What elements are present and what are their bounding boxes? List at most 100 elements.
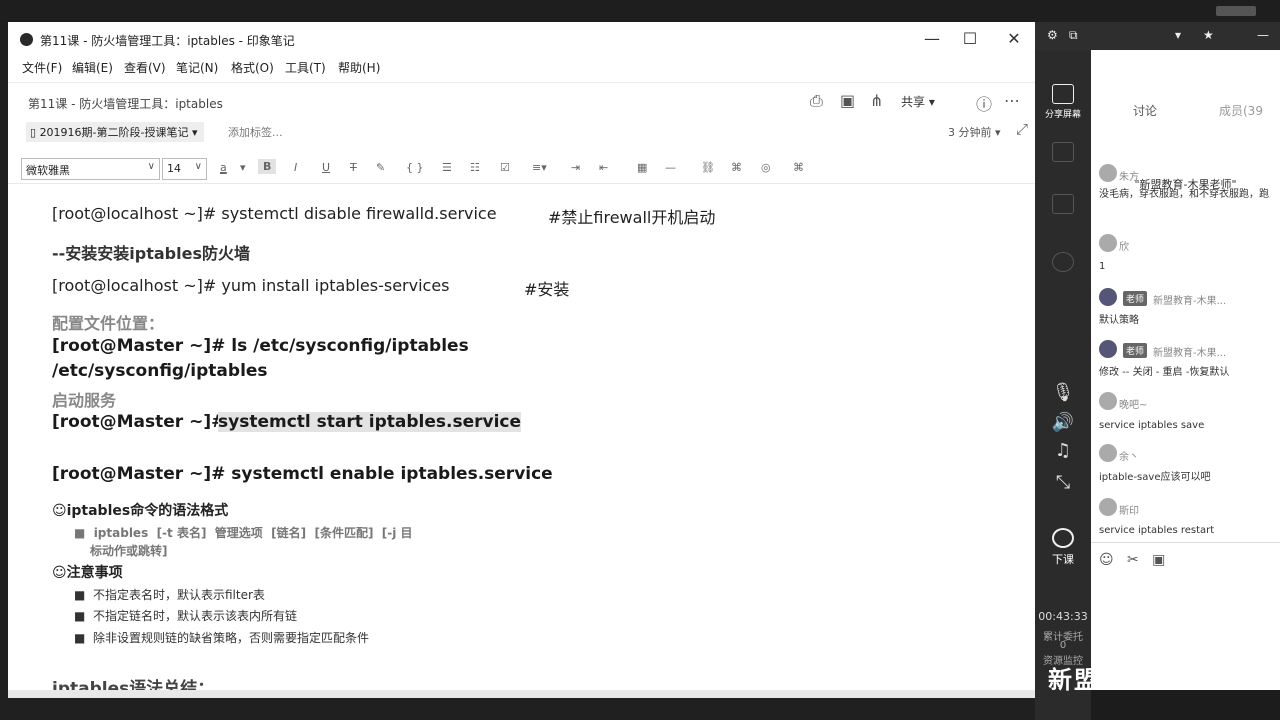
outdent-icon[interactable]: ⇤ [599,161,608,174]
top-indicator [1216,6,1256,16]
maximize-button[interactable]: ☐ [948,26,992,52]
menu-edit[interactable]: 编辑(E) [72,59,113,76]
share-screen-button[interactable]: 分享屏幕 [1035,84,1091,120]
avatar [1099,444,1117,462]
code-icon[interactable]: { } [406,161,424,174]
more-tools-icon[interactable]: ⌘ [793,161,804,174]
format-toolbar: 微软雅黑 ∨ 14 ∨ a ▾ B I U T ✎ { } ☰ ☷ ☑ ≡▾ ⇥ ⇤… [8,154,1035,184]
color-dropdown-icon[interactable]: ▾ [240,161,246,174]
share-button[interactable]: 共享 ▾ [901,93,935,110]
link-icon[interactable]: ⛓ [701,161,715,174]
minimize-panel-icon[interactable]: — [1257,28,1269,42]
size-select-value: 14 [167,162,181,175]
message-text: 默认策略 [1099,315,1139,326]
microphone-icon[interactable]: 🎙 [1035,382,1091,403]
menu-view[interactable]: 查看(V) [124,59,166,76]
play-video-button[interactable] [1035,194,1091,217]
line-install-heading: --安装安装iptables防火墙 [52,244,250,263]
tab-discussion[interactable]: 讨论 [1133,102,1157,119]
menu-file[interactable]: 文件(F) [22,59,62,76]
line-start-service-heading: 启动服务 [52,391,117,410]
evernote-app-icon [20,33,33,46]
close-button[interactable]: ✕ [992,26,1035,52]
line-disable-firewalld: [root@localhost ~]# systemctl disable fi… [52,204,497,223]
horizontal-scrollbar[interactable] [8,690,1035,698]
divider-icon[interactable]: — [665,161,676,174]
popout-icon[interactable]: ⧉ [1069,28,1078,43]
indent-icon[interactable]: ⇥ [571,161,580,174]
notebook-row: ▯ 201916期-第二阶段-授课笔记 ▾ 添加标签... 3 分钟前 ▾ ⤢ [8,118,1035,146]
fullscreen-icon[interactable]: ⤡ [1035,472,1091,493]
leave-class-label: 下课 [1052,553,1074,566]
size-select[interactable]: 14 ∨ [162,158,207,180]
avatar [1099,392,1117,410]
settings-button[interactable] [1035,252,1091,275]
present-icon[interactable]: ▣ [840,91,855,110]
music-icon[interactable]: ♫ [1035,440,1091,461]
title-bar: 第11课 - 防火墙管理工具：iptables - 印象笔记 — ☐ ✕ [8,22,1035,56]
line-notes-heading: ☺注意事项 [52,565,123,581]
bottom-strip [1091,690,1280,720]
pin-icon[interactable]: ⚙ [1047,28,1058,42]
checkbox-icon[interactable]: ☑ [500,161,510,174]
underline-icon[interactable]: U [322,161,330,174]
message-author: 余丶 [1119,452,1139,463]
message-author: 新盟教育-木果... [1153,296,1227,307]
message-text: 修改 -- 关闭 - 重启 -恢复默认 [1099,367,1230,378]
image-icon[interactable]: ▣ [1152,552,1165,568]
bullet-default-chain: ■ 不指定链名时，默认表示该表内所有链 [74,609,297,623]
emoji-icon[interactable]: ☺ [1099,552,1114,568]
updated-time: 3 分钟前 ▾ [948,126,1001,139]
highlight-icon[interactable]: ✎ [376,161,385,174]
menu-format[interactable]: 格式(O) [231,59,274,76]
message-author: 斯印 [1119,506,1139,517]
message-text: iptable-save应该可以吧 [1099,472,1211,483]
numbered-list-icon[interactable]: ☷ [470,161,480,174]
expand-icon[interactable]: ⤢ [1016,120,1028,138]
note-content[interactable]: [root@localhost ~]# systemctl disable fi… [8,186,1023,690]
chat-toolbar: ☺ ✂ ▣ [1099,552,1165,568]
strikethrough-icon[interactable]: T [350,161,357,174]
play-video-icon [1052,194,1074,214]
avatar [1099,340,1117,358]
table-icon[interactable]: ▦ [637,161,647,174]
chevron-down-icon: ∨ [194,161,202,172]
chat-topbar: ⚙ ⧉ ▾ ★ — [1035,22,1280,50]
share-label: 共享 [901,95,926,109]
share-screen-label: 分享屏幕 [1044,110,1081,120]
print-icon[interactable]: ⎙ [810,91,823,111]
info-icon[interactable]: ⓘ [976,91,992,115]
tab-members[interactable]: 成员(39 [1219,102,1263,119]
message-text: 没毛病，穿衣服跑，和不穿衣服跑，跑 [1099,189,1269,200]
menu-tools[interactable]: 工具(T) [285,59,326,76]
line-sysconfig-path: /etc/sysconfig/iptables [52,361,268,381]
message-author: 欣 [1119,242,1129,253]
camera-button[interactable] [1035,142,1091,165]
star-icon[interactable]: ★ [1203,28,1214,42]
comment-disable-firewalld: #禁止firewall开机启动 [548,208,716,227]
bullet-list-icon[interactable]: ☰ [442,161,452,174]
font-select[interactable]: 微软雅黑 ∨ [21,158,160,180]
italic-icon[interactable]: I [294,161,297,174]
dropdown-icon[interactable]: ▾ [1175,28,1181,42]
notebook-name: 201916期-第二阶段-授课笔记 [39,126,189,139]
notebook-selector[interactable]: ▯ 201916期-第二阶段-授课笔记 ▾ [26,122,204,142]
line-yum-install: [root@localhost ~]# yum install iptables… [52,276,450,295]
record-icon[interactable]: ◎ [761,161,771,174]
more-icon[interactable]: ⋯ [1004,91,1020,110]
menu-help[interactable]: 帮助(H) [338,59,380,76]
speaker-icon[interactable]: 🔊 [1035,412,1091,433]
chevron-down-icon: ∨ [147,161,155,172]
line-syntax-heading: ☺iptables命令的语法格式 [52,503,229,519]
add-tag-input[interactable]: 添加标签... [228,124,283,140]
leave-class-button[interactable]: 下课 [1035,528,1091,567]
attach-icon[interactable]: ⌘ [731,161,742,174]
text-color-icon[interactable]: a [220,161,227,174]
align-icon[interactable]: ≡▾ [532,161,547,174]
bold-icon[interactable]: B [258,159,277,174]
share-network-icon[interactable]: ⋔ [870,91,883,110]
menu-note[interactable]: 笔记(N) [176,59,218,76]
scissors-icon[interactable]: ✂ [1127,552,1139,568]
line-syntax-b: 标动作或跳转] [90,544,168,558]
avatar [1099,234,1117,252]
